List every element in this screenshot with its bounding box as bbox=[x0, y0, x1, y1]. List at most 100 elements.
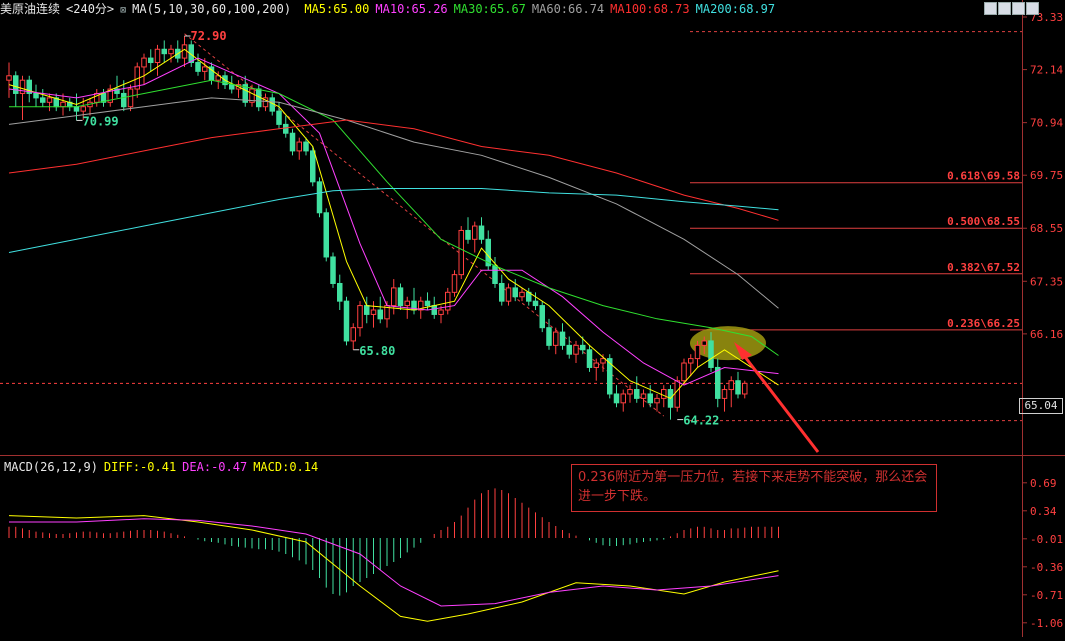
candle-up bbox=[661, 389, 667, 399]
period-label[interactable]: <240分> bbox=[66, 2, 114, 16]
macd-tick-label: 0.69 bbox=[1030, 477, 1057, 490]
candle-up bbox=[438, 309, 444, 315]
candle-up bbox=[573, 344, 579, 355]
candle-up bbox=[600, 358, 606, 364]
candle-up bbox=[721, 389, 728, 399]
candle-up bbox=[458, 229, 464, 276]
window-grid-icon[interactable] bbox=[1012, 2, 1025, 15]
extreme-mark-label: 70.99 bbox=[83, 114, 119, 128]
candle-down bbox=[613, 393, 620, 404]
instrument-title: 美原油连续 bbox=[0, 2, 61, 16]
candle-down bbox=[121, 92, 127, 108]
candle-down bbox=[647, 393, 653, 404]
candle-down bbox=[73, 106, 80, 112]
candle-up bbox=[681, 362, 687, 382]
candle-down bbox=[229, 84, 235, 90]
macd-label: MACD(26,12,9) bbox=[4, 460, 98, 474]
candle-up bbox=[46, 97, 53, 103]
price-tick-label: 72.14 bbox=[1030, 64, 1063, 77]
candle-down bbox=[33, 92, 39, 99]
candle-up bbox=[154, 48, 161, 64]
candle-up bbox=[6, 75, 12, 81]
candle-down bbox=[492, 265, 498, 284]
ma-value-ma10: MA10:65.26 bbox=[375, 2, 448, 16]
candle-down bbox=[397, 287, 404, 307]
candle-down bbox=[499, 282, 505, 302]
candle-down bbox=[512, 287, 518, 298]
candle-up bbox=[688, 358, 694, 364]
annotation-arrow bbox=[740, 352, 820, 453]
candle-down bbox=[377, 309, 383, 320]
candle-up bbox=[742, 382, 748, 395]
ma-icon: ⊠ bbox=[120, 5, 127, 16]
price-tick-label: 69.75 bbox=[1030, 169, 1063, 182]
extreme-mark-label: 72.90 bbox=[191, 29, 227, 43]
candle-up bbox=[127, 88, 134, 108]
candle-up bbox=[370, 309, 377, 315]
candle-up bbox=[181, 44, 188, 59]
macd-value: MACD:0.14 bbox=[253, 460, 319, 474]
window-right-icon[interactable] bbox=[998, 2, 1011, 15]
candle-down bbox=[478, 225, 485, 240]
fib-label: 0.618\69.58 bbox=[947, 170, 1020, 183]
candle-down bbox=[715, 366, 721, 399]
candle-up bbox=[357, 305, 363, 329]
candle-up bbox=[694, 344, 701, 360]
candle-down bbox=[13, 75, 19, 94]
fib-label: 0.382\67.52 bbox=[947, 261, 1020, 274]
candle-down bbox=[465, 229, 471, 240]
candle-down bbox=[735, 380, 741, 395]
candle-up bbox=[505, 287, 512, 302]
ma-line-ma200 bbox=[8, 188, 779, 253]
candle-down bbox=[580, 344, 586, 351]
candle-down bbox=[310, 150, 316, 183]
candle-down bbox=[276, 110, 282, 125]
extreme-mark-label: 65.80 bbox=[359, 344, 395, 358]
window-left-icon[interactable] bbox=[984, 2, 997, 15]
candle-up bbox=[701, 340, 707, 346]
candle-up bbox=[728, 380, 734, 391]
macd-tick-label: -1.06 bbox=[1030, 617, 1063, 630]
candle-up bbox=[168, 48, 174, 55]
candle-up bbox=[627, 389, 633, 395]
ma-values: MA5:65.00 MA10:65.26 MA30:65.67 MA60:66.74 M… bbox=[304, 2, 781, 16]
ma-value-ma5: MA5:65.00 bbox=[304, 2, 370, 16]
fib-label: 0.500\68.55 bbox=[947, 215, 1020, 228]
candle-up bbox=[202, 66, 208, 72]
window-buttons bbox=[983, 0, 1039, 19]
macd-tick-label: -0.01 bbox=[1030, 533, 1063, 546]
macd-diff: DIFF:-0.41 bbox=[103, 460, 177, 474]
candle-down bbox=[532, 300, 539, 307]
ma-line-ma60 bbox=[8, 97, 779, 309]
macd-diff-line bbox=[8, 515, 779, 622]
chart-svg: 73.3372.1470.9469.7568.5567.3566.160.618… bbox=[0, 0, 1065, 637]
candle-up bbox=[141, 57, 147, 68]
candle-up bbox=[391, 287, 397, 307]
candle-down bbox=[316, 181, 323, 214]
candle-up bbox=[654, 397, 660, 404]
extreme-mark-label: 64.22 bbox=[683, 414, 719, 428]
candle-up bbox=[60, 101, 66, 108]
price-tick-label: 66.16 bbox=[1030, 328, 1063, 341]
candle-down bbox=[337, 282, 343, 302]
candle-up bbox=[472, 225, 478, 240]
candle-up bbox=[593, 362, 599, 368]
ma-value-ma200: MA200:68.97 bbox=[695, 2, 776, 16]
ma-label: MA(5,10,30,60,100,200) bbox=[132, 2, 292, 16]
window-close-icon[interactable] bbox=[1026, 2, 1039, 15]
candle-down bbox=[708, 340, 714, 368]
macd-header: MACD(26,12,9) DIFF:-0.41 DEA:-0.47 MACD:0.1… bbox=[4, 460, 324, 474]
candle-down bbox=[634, 389, 640, 399]
price-tick-label: 68.55 bbox=[1030, 222, 1063, 235]
price-tick-label: 70.94 bbox=[1030, 117, 1063, 130]
annotation-box: 0.236附近为第一压力位，若接下来走势不能突破，那么还会进一步下跌。 bbox=[571, 464, 937, 512]
candle-up bbox=[350, 327, 356, 342]
candle-up bbox=[519, 291, 525, 298]
candle-down bbox=[343, 300, 350, 342]
candle-down bbox=[431, 305, 437, 315]
macd-tick-label: 0.34 bbox=[1030, 505, 1057, 518]
ma-value-ma60: MA60:66.74 bbox=[531, 2, 605, 16]
ma-value-ma30: MA30:65.67 bbox=[453, 2, 526, 16]
candle-down bbox=[195, 62, 201, 72]
candle-down bbox=[539, 305, 545, 329]
